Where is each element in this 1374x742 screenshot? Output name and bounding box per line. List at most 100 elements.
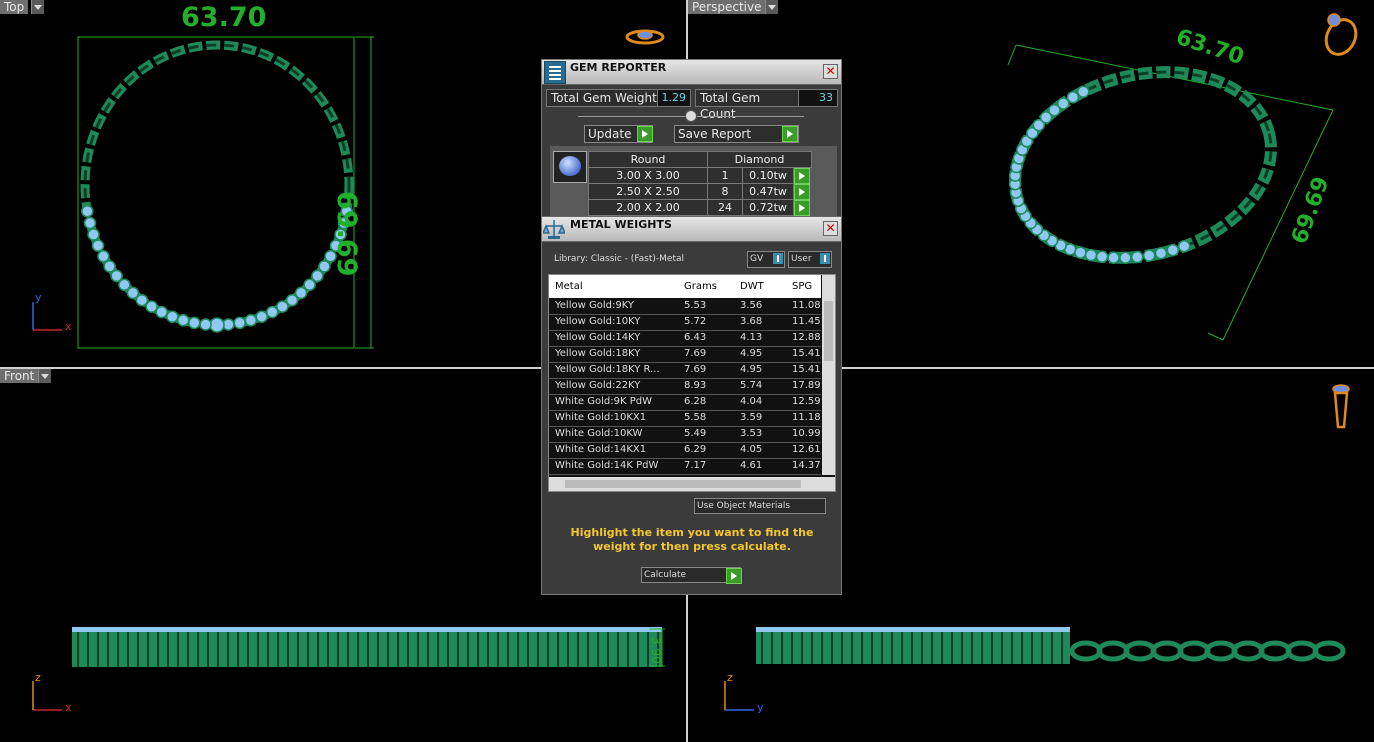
toggle-icon	[820, 253, 830, 264]
close-icon[interactable]: ✕	[823, 221, 838, 236]
save-report-button[interactable]: Save Report	[674, 125, 799, 143]
metal-dwt: 4.05	[740, 444, 763, 455]
scroll-thumb[interactable]	[565, 480, 801, 488]
gem-stone	[83, 216, 97, 230]
save-report-play-icon[interactable]	[782, 126, 798, 142]
vertical-scrollbar[interactable]	[822, 275, 835, 475]
metal-dwt: 4.95	[740, 364, 763, 375]
axis-x-label: x	[65, 701, 72, 714]
gem-size-cell[interactable]: 2.00 X 2.00	[588, 199, 708, 216]
metal-row[interactable]: Yellow Gold:18KY R... 7.69 4.95 15.41	[549, 363, 821, 379]
metal-weights-title: METAL WEIGHTS	[570, 218, 672, 231]
slider-handle[interactable]	[685, 110, 697, 122]
update-label: Update	[588, 127, 632, 141]
col-spg[interactable]: SPG	[792, 281, 812, 292]
scroll-thumb[interactable]	[824, 301, 833, 361]
viewport-dropdown-front[interactable]	[38, 369, 51, 383]
gem-size-cell[interactable]: 2.50 X 2.50	[588, 183, 708, 200]
gem-row	[81, 204, 353, 333]
gem-count-cell[interactable]: 8	[707, 183, 743, 200]
metal-name: White Gold:14KX1	[555, 444, 647, 455]
metal-name: White Gold:10KW	[555, 428, 643, 439]
metal-name: Yellow Gold:14KY	[555, 332, 641, 343]
gem-row-play-icon[interactable]	[794, 200, 810, 216]
gv-toggle[interactable]: GV	[747, 251, 785, 268]
gem-weight-cell[interactable]: 0.72tw	[742, 199, 794, 216]
gem-stone	[110, 269, 123, 283]
gem-stone	[188, 316, 201, 330]
gem-stone	[91, 239, 105, 252]
metal-dwt: 4.04	[740, 396, 763, 407]
metal-row[interactable]: Yellow Gold:10KY 5.72 3.68 11.45	[549, 315, 821, 331]
chain-link	[1177, 640, 1211, 662]
gem-count-cell[interactable]: 1	[707, 167, 743, 184]
col-metal[interactable]: Metal	[555, 281, 583, 292]
gem-stone	[1074, 246, 1087, 259]
gem-stone	[1057, 97, 1070, 110]
viewport-label-perspective[interactable]: Perspective	[688, 0, 768, 14]
metal-dwt: 3.68	[740, 316, 763, 327]
user-toggle[interactable]: User	[788, 251, 832, 268]
viewport-dropdown-perspective[interactable]	[765, 0, 778, 14]
metal-row[interactable]: White Gold:10KW 5.49 3.53 10.99	[549, 427, 821, 443]
metal-spg: 12.61	[792, 444, 821, 455]
chain-link	[1069, 640, 1103, 662]
use-object-materials-label: Use Object Materials	[697, 501, 791, 511]
chain-link	[1258, 640, 1292, 662]
metal-spg: 11.45	[792, 316, 821, 327]
metal-spg: 12.88	[792, 332, 821, 343]
metal-weights-titlebar[interactable]: METAL WEIGHTS ✕	[542, 216, 841, 242]
gem-stone	[145, 300, 158, 313]
update-play-icon[interactable]	[637, 126, 653, 142]
axis-x-label: x	[65, 320, 72, 333]
use-object-materials-toggle[interactable]: Use Object Materials	[694, 498, 826, 514]
col-dwt[interactable]: DWT	[740, 281, 764, 292]
metal-spg: 17.89	[792, 380, 821, 391]
gem-size-cell[interactable]: 3.00 X 3.00	[588, 167, 708, 184]
gem-weight-cell[interactable]: 0.10tw	[742, 167, 794, 184]
gem-count-cell[interactable]: 24	[707, 199, 743, 216]
gem-row-play-icon[interactable]	[794, 184, 810, 200]
metal-row[interactable]: White Gold:10KX1 5.58 3.59 11.18	[549, 411, 821, 427]
metal-row[interactable]: Yellow Gold:22KY 8.93 5.74 17.89	[549, 379, 821, 395]
gem-stone	[244, 314, 258, 327]
gem-stone	[311, 269, 324, 283]
gem-stone	[126, 286, 140, 300]
col-grams[interactable]: Grams	[684, 281, 717, 292]
ring-icon	[1332, 384, 1350, 429]
metal-name: Yellow Gold:9KY	[555, 300, 634, 311]
gem-row-play-icon[interactable]	[794, 168, 810, 184]
gem-weight-cell[interactable]: 0.47tw	[742, 183, 794, 200]
metal-table[interactable]: Metal Grams DWT SPG Yellow Gold:9KY 5.53…	[548, 274, 836, 492]
ring-icon	[1324, 13, 1358, 56]
front-dim-height: 3.90	[649, 637, 663, 664]
metal-name: Yellow Gold:18KY	[555, 348, 641, 359]
metal-row[interactable]: White Gold:9K PdW 6.28 4.04 12.59	[549, 395, 821, 411]
metal-row[interactable]: Yellow Gold:9KY 5.53 3.56 11.08	[549, 299, 821, 315]
toggle-icon	[773, 253, 783, 264]
scale-icon	[543, 220, 565, 239]
gem-stone	[1154, 246, 1168, 260]
chain-link	[1123, 640, 1157, 662]
gem-stone	[81, 204, 94, 218]
top-dim-height: 69.69	[331, 191, 362, 277]
metal-row[interactable]: White Gold:14KX1 6.29 4.05 12.61	[549, 443, 821, 459]
metal-table-header: Metal Grams DWT SPG	[549, 275, 821, 298]
gem-reporter-panel: GEM REPORTER ✕ Total Gem Weight 1.29 Tot…	[541, 59, 842, 595]
viewport-dropdown-top[interactable]	[31, 0, 44, 14]
metal-row[interactable]: Yellow Gold:18KY 7.69 4.95 15.41	[549, 347, 821, 363]
total-gem-weight-label: Total Gem Weight	[546, 89, 659, 107]
gem-material-header: Diamond	[707, 151, 812, 168]
viewport-label-front[interactable]: Front	[0, 369, 40, 383]
horizontal-scrollbar[interactable]	[549, 477, 835, 491]
chain-link	[1312, 640, 1346, 662]
metal-row[interactable]: Yellow Gold:14KY 6.43 4.13 12.88	[549, 331, 821, 347]
metal-spg: 12.59	[792, 396, 821, 407]
gem-reporter-titlebar[interactable]: GEM REPORTER ✕	[542, 60, 841, 85]
gem-shape-header: Round	[588, 151, 708, 168]
metal-row[interactable]: White Gold:14K PdW 7.17 4.61 14.37	[549, 459, 821, 475]
close-icon[interactable]: ✕	[823, 64, 838, 79]
viewport-label-top[interactable]: Top	[0, 0, 29, 14]
calculate-play-icon[interactable]	[726, 568, 742, 584]
gem-stone	[87, 228, 100, 241]
